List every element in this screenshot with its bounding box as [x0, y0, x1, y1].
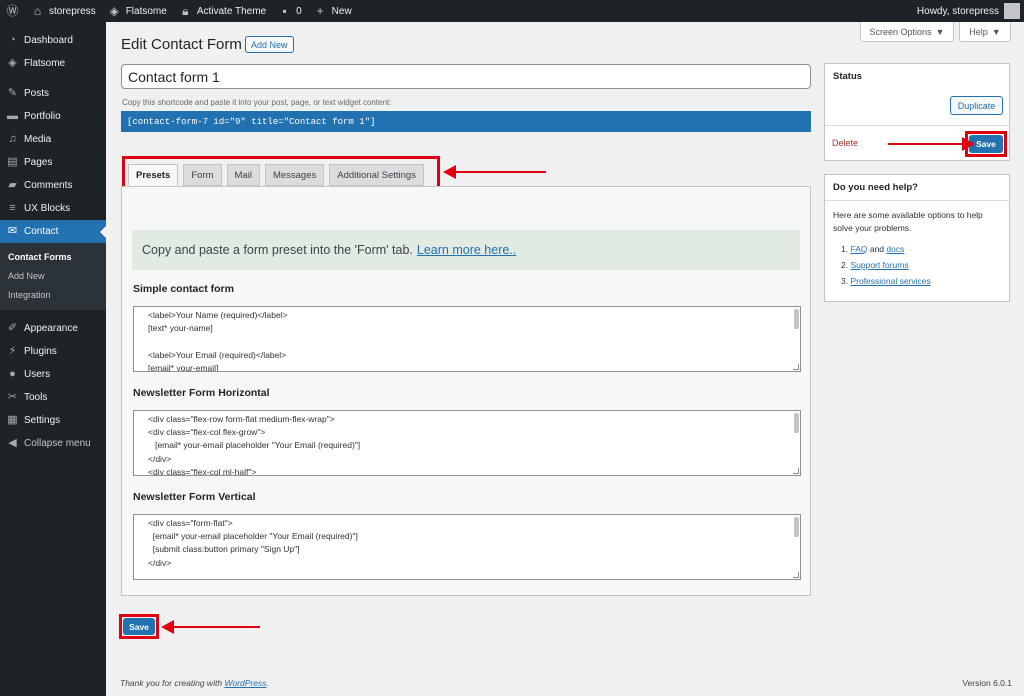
list-item: 3. Professional services	[841, 276, 931, 286]
sidebar-item-pages[interactable]: ▤ Pages	[0, 151, 106, 174]
users-icon: ●	[9, 368, 16, 380]
scrollbar[interactable]	[794, 309, 799, 329]
admin-sidebar: ◔ Dashboard ◈ Flatsome ✎ Posts ▬ Portfolio ♫…	[0, 22, 106, 696]
caret-down-icon: ▼	[991, 26, 1001, 37]
newsletter-horizontal-code[interactable]: <div class="flex-row form-flat medium-fl…	[133, 410, 801, 476]
brush-icon: ✐	[7, 322, 18, 334]
list-item: 2. Support forums	[841, 260, 909, 270]
sidebar-item-dashboard[interactable]: ◔ Dashboard	[0, 29, 106, 52]
flatsome-icon: ◈	[8, 57, 17, 69]
wordpress-logo-button[interactable]: Ⓦ	[0, 0, 25, 22]
activate-theme-link[interactable]: 🔒︎ Activate Theme	[173, 0, 272, 22]
footer-thanks: Thank you for creating with WordPress.	[120, 678, 269, 688]
theme-link[interactable]: ◈ Flatsome	[102, 0, 173, 22]
submenu-integration[interactable]: Integration	[0, 286, 106, 305]
status-box-title: Status	[833, 71, 863, 82]
tabs-annotation-arrow	[443, 165, 546, 179]
page-title: Edit Contact Form	[121, 36, 242, 53]
collapse-icon: ◀	[8, 437, 17, 449]
dashboard-icon: ◔	[9, 34, 16, 46]
section-title: Newsletter Form Vertical	[133, 491, 256, 503]
blocks-icon: ≡	[9, 202, 16, 214]
resize-handle[interactable]	[793, 468, 799, 474]
comments-icon: ▰	[8, 179, 17, 191]
form-title-input[interactable]: Contact form 1	[121, 64, 811, 89]
wordpress-link[interactable]: WordPress	[224, 678, 266, 688]
sidebar-item-media[interactable]: ♫ Media	[0, 128, 106, 151]
help-box-title: Do you need help?	[833, 182, 918, 193]
docs-link[interactable]: docs	[886, 244, 904, 254]
sidebar-item-settings[interactable]: ▦ Settings	[0, 409, 106, 432]
sidebar-item-ux-blocks[interactable]: ≡ UX Blocks	[0, 197, 106, 220]
sidebar-item-comments[interactable]: ▰ Comments	[0, 174, 106, 197]
section-title: Newsletter Form Horizontal	[133, 387, 270, 399]
simple-contact-form-code[interactable]: <label>Your Name (required)</label> [tex…	[133, 306, 801, 372]
learn-more-link[interactable]: Learn more here..	[417, 243, 516, 257]
section-title: Simple contact form	[133, 283, 234, 295]
sidebar-item-contact[interactable]: ✉ Contact	[0, 220, 106, 243]
add-new-button[interactable]: Add New	[245, 36, 294, 53]
main-content: Screen Options ▼ Help ▼ Edit Contact Form …	[106, 22, 1024, 696]
resize-handle[interactable]	[793, 364, 799, 370]
settings-icon: ▦	[7, 414, 18, 426]
plugin-icon: ⚡︎	[8, 345, 17, 357]
divider	[825, 125, 1009, 126]
list-item: 1. FAQ and docs	[841, 244, 905, 254]
sidebar-item-users[interactable]: ● Users	[0, 363, 106, 386]
version-text: Version 6.0.1	[962, 678, 1012, 688]
resize-handle[interactable]	[793, 572, 799, 578]
sidebar-item-portfolio[interactable]: ▬ Portfolio	[0, 105, 106, 128]
scrollbar[interactable]	[794, 517, 799, 537]
presets-panel: Copy and paste a form preset into the 'F…	[121, 186, 811, 596]
submenu-contact-forms[interactable]: Contact Forms	[0, 248, 106, 267]
collapse-menu-button[interactable]: ◀ Collapse menu	[0, 432, 106, 455]
status-box: Status Duplicate Delete Save	[824, 63, 1010, 161]
save-annotation-arrow	[888, 137, 975, 151]
delete-link[interactable]: Delete	[832, 138, 858, 148]
plus-icon: +	[316, 4, 324, 18]
sidebar-item-plugins[interactable]: ⚡︎ Plugins	[0, 340, 106, 363]
submenu-add-new[interactable]: Add New	[0, 267, 106, 286]
comment-icon: ▪	[282, 4, 287, 18]
my-account-link[interactable]: Howdy, storepress	[911, 0, 1024, 22]
flatsome-icon: ◈	[109, 4, 119, 18]
pages-icon: ▤	[7, 156, 18, 168]
sidebar-item-tools[interactable]: ✂︎ Tools	[0, 386, 106, 409]
sidebar-item-flatsome[interactable]: ◈ Flatsome	[0, 52, 106, 75]
save-annotation-arrow	[161, 620, 260, 634]
comments-link[interactable]: ▪ 0	[272, 0, 308, 22]
support-forums-link[interactable]: Support forums	[850, 260, 908, 270]
newsletter-vertical-code[interactable]: <div class="form-flat"> [email* your-ema…	[133, 514, 801, 580]
pin-icon: ✎	[7, 87, 18, 99]
lock-icon: 🔒︎	[182, 4, 189, 18]
wordpress-icon: Ⓦ	[6, 4, 19, 18]
save-button-bottom[interactable]: Save	[123, 618, 155, 635]
duplicate-button[interactable]: Duplicate	[950, 96, 1003, 115]
portfolio-icon: ▬	[7, 110, 18, 122]
help-links: 1. FAQ and docs 2. Support forums 3. Pro…	[825, 235, 1009, 289]
new-content-link[interactable]: + New	[308, 0, 358, 22]
home-icon: ⌂	[33, 4, 42, 18]
faq-link[interactable]: FAQ	[850, 244, 867, 254]
professional-services-link[interactable]: Professional services	[850, 276, 930, 286]
mail-icon: ✉	[7, 225, 18, 237]
divider	[825, 200, 1009, 201]
site-name-link[interactable]: ⌂ storepress	[25, 0, 102, 22]
admin-bar: Ⓦ ⌂ storepress ◈ Flatsome 🔒︎ Activate Theme…	[0, 0, 1024, 22]
scrollbar[interactable]	[794, 413, 799, 433]
presets-notice: Copy and paste a form preset into the 'F…	[132, 230, 800, 270]
shortcode-field[interactable]: [contact-form-7 id="9" title="Contact fo…	[121, 111, 811, 132]
help-text: Here are some available options to help …	[833, 210, 983, 233]
wrench-icon: ✂︎	[7, 391, 18, 403]
screen-options-button[interactable]: Screen Options ▼	[860, 22, 954, 42]
contact-submenu: Contact Forms Add New Integration	[0, 243, 106, 310]
help-box: Do you need help? Here are some availabl…	[824, 174, 1010, 302]
sidebar-item-posts[interactable]: ✎ Posts	[0, 82, 106, 105]
shortcode-hint: Copy this shortcode and paste it into yo…	[122, 98, 392, 107]
caret-down-icon: ▼	[935, 26, 945, 37]
media-icon: ♫	[8, 133, 17, 145]
sidebar-item-appearance[interactable]: ✐ Appearance	[0, 317, 106, 340]
help-button[interactable]: Help ▼	[959, 22, 1011, 42]
avatar	[1004, 3, 1020, 19]
